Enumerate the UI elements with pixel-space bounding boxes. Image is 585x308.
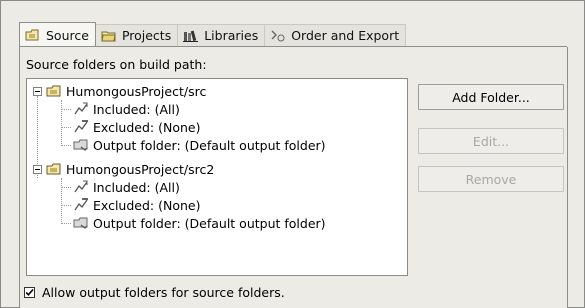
tree-item-included[interactable]: Included: (All) xyxy=(73,178,180,196)
collapse-toggle[interactable] xyxy=(33,87,42,96)
tab-projects[interactable]: Projects xyxy=(95,24,179,46)
tab-bar: Source Projects Libraries Order and Expo… xyxy=(19,22,407,47)
projects-folder-icon xyxy=(101,29,117,43)
output-folder-icon xyxy=(73,215,89,231)
source-folders-caption: Source folders on build path: xyxy=(26,57,207,72)
source-folder-icon xyxy=(25,28,41,42)
included-icon xyxy=(73,179,89,195)
tree-folder-src[interactable]: HumongousProject/src xyxy=(46,82,206,100)
tree-folder-src2[interactable]: HumongousProject/src2 xyxy=(46,160,214,178)
tree-connector xyxy=(61,109,71,110)
tree-connector xyxy=(61,100,62,144)
tree-item-excluded[interactable]: Excluded: (None) xyxy=(73,196,200,214)
tree-item-excluded[interactable]: Excluded: (None) xyxy=(73,118,200,136)
tree-connector xyxy=(61,205,71,206)
libraries-icon xyxy=(183,29,199,43)
source-folder-icon xyxy=(46,83,62,99)
output-folder-icon xyxy=(73,137,89,153)
order-export-icon xyxy=(270,29,286,43)
tab-order-and-export[interactable]: Order and Export xyxy=(265,24,407,46)
source-folder-icon xyxy=(46,161,62,177)
included-icon xyxy=(73,101,89,117)
allow-output-folders-label: Allow output folders for source folders. xyxy=(42,285,285,300)
tab-libraries[interactable]: Libraries xyxy=(178,24,266,46)
source-folders-tree[interactable]: HumongousProject/src Included: (All) Exc… xyxy=(26,78,408,276)
tree-item-output-folder[interactable]: Output folder: (Default output folder) xyxy=(73,214,326,232)
allow-output-folders-option[interactable]: Allow output folders for source folders. xyxy=(24,285,285,300)
add-folder-button[interactable]: Add Folder... xyxy=(418,84,564,110)
tree-item-included[interactable]: Included: (All) xyxy=(73,100,180,118)
remove-button[interactable]: Remove xyxy=(418,166,564,192)
collapse-toggle[interactable] xyxy=(33,165,42,174)
tree-connector xyxy=(61,127,71,128)
tree-item-output-folder[interactable]: Output folder: (Default output folder) xyxy=(73,136,326,154)
tree-connector xyxy=(61,187,71,188)
tree-connector xyxy=(61,223,71,224)
edit-button[interactable]: Edit... xyxy=(418,128,564,154)
tab-source[interactable]: Source xyxy=(19,22,96,46)
allow-output-folders-checkbox[interactable] xyxy=(24,287,35,298)
tree-connector xyxy=(61,178,62,222)
excluded-icon xyxy=(73,119,89,135)
tree-connector xyxy=(61,145,71,146)
excluded-icon xyxy=(73,197,89,213)
